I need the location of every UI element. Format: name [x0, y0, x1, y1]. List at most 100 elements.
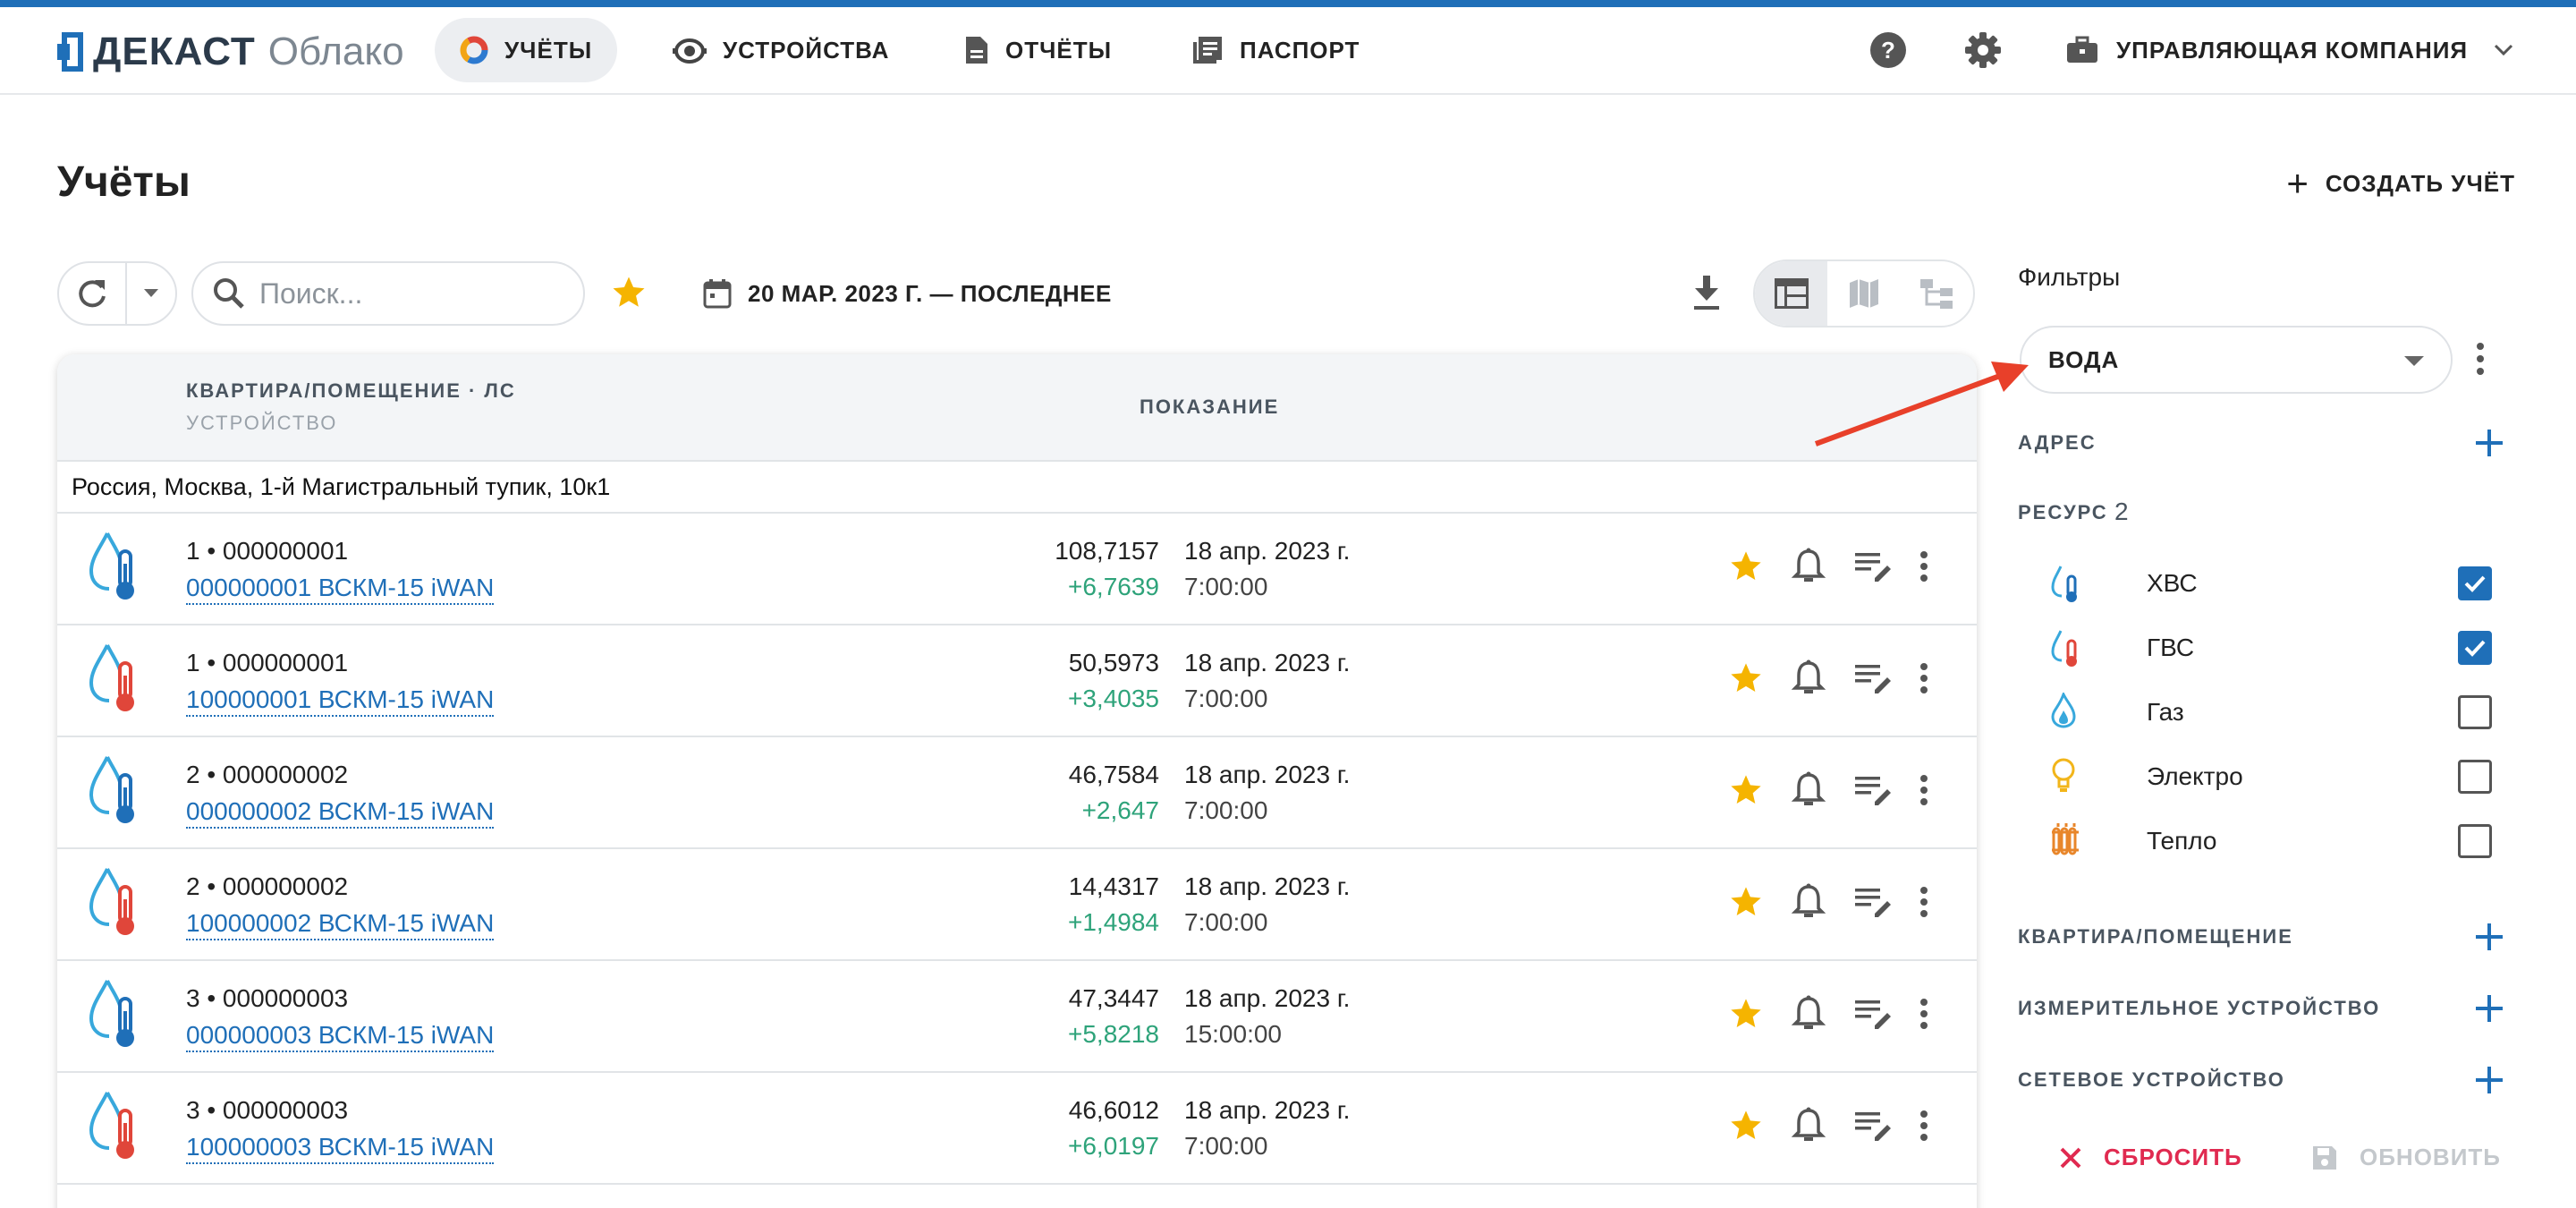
- search-input[interactable]: [259, 276, 546, 311]
- row-reading-delta: +6,7639: [1068, 573, 1159, 600]
- resource-filter-item[interactable]: ГВС: [2050, 626, 2497, 669]
- edit-note-icon[interactable]: [1853, 997, 1893, 1031]
- more-vert-icon[interactable]: [1919, 550, 1928, 583]
- accounts-table: КВАРТИРА/ПОМЕЩЕНИЕ · ЛС УСТРОЙСТВО ПОКАЗ…: [57, 354, 1977, 1208]
- apply-filters-button[interactable]: ОБНОВИТЬ: [2311, 1144, 2501, 1171]
- column-header-device[interactable]: УСТРОЙСТВО: [186, 412, 337, 435]
- more-vert-icon[interactable]: [1919, 662, 1928, 694]
- star-icon: [613, 276, 645, 307]
- cold-water-icon: [89, 756, 134, 823]
- more-vert-icon[interactable]: [1919, 774, 1928, 806]
- search-icon: [214, 278, 244, 309]
- add-apartment-filter-icon[interactable]: [2474, 922, 2504, 952]
- edit-note-icon[interactable]: [1853, 885, 1893, 919]
- more-vert-icon[interactable]: [1919, 886, 1928, 918]
- view-map-button[interactable]: [1827, 261, 1900, 326]
- star-icon[interactable]: [1728, 996, 1764, 1032]
- bell-icon[interactable]: [1791, 771, 1826, 809]
- row-reading-value: 14,4317: [1068, 872, 1159, 900]
- row-device-link[interactable]: 000000003 ВСКМ-15 iWAN: [186, 1020, 495, 1052]
- resource-checkbox[interactable]: [2458, 824, 2492, 858]
- logo-product: Облако: [267, 30, 404, 73]
- filter-preset-select[interactable]: ВОДА: [2020, 326, 2453, 394]
- nav-accounts-label: УЧЁТЫ: [504, 36, 593, 64]
- bell-icon[interactable]: [1791, 659, 1826, 697]
- more-vert-icon[interactable]: [1919, 998, 1928, 1030]
- company-menu[interactable]: УПРАВЛЯЮЩАЯ КОМПАНИЯ: [2066, 18, 2514, 82]
- resource-filter-item[interactable]: Электро: [2050, 755, 2497, 798]
- row-account: 3 • 000000003: [186, 1096, 349, 1124]
- bell-icon[interactable]: [1791, 1107, 1826, 1144]
- create-account-label: СОЗДАТЬ УЧЁТ: [2325, 169, 2515, 197]
- row-device-link[interactable]: 100000001 ВСКМ-15 iWAN: [186, 685, 495, 717]
- bell-icon[interactable]: [1791, 995, 1826, 1033]
- resource-filter-item[interactable]: Газ: [2050, 691, 2497, 734]
- edit-note-icon[interactable]: [1853, 773, 1893, 807]
- reset-filters-button[interactable]: СБРОСИТЬ: [2059, 1144, 2242, 1171]
- cold-water-icon: [89, 532, 134, 600]
- row-device-link[interactable]: 000000001 ВСКМ-15 iWAN: [186, 573, 495, 605]
- date-range-picker[interactable]: 20 МАР. 2023 Г. — ПОСЛЕДНЕЕ: [703, 274, 1112, 313]
- settings-button[interactable]: [1964, 18, 2002, 82]
- column-header-reading[interactable]: ПОКАЗАНИЕ: [1140, 396, 1279, 419]
- nav-passport-label: ПАСПОРТ: [1240, 36, 1360, 64]
- resource-type-icon: [86, 863, 140, 943]
- create-account-button[interactable]: + СОЗДАТЬ УЧЁТ: [2286, 161, 2515, 206]
- star-icon[interactable]: [1728, 772, 1764, 808]
- bell-icon[interactable]: [1791, 548, 1826, 585]
- row-reading-delta: +1,4984: [1068, 908, 1159, 936]
- row-device-link[interactable]: 100000002 ВСКМ-15 iWAN: [186, 908, 495, 940]
- table-row[interactable]: 1 • 000000001 000000001 ВСКМ-15 iWAN 108,7…: [57, 514, 1977, 625]
- row-device-link[interactable]: 100000003 ВСКМ-15 iWAN: [186, 1132, 495, 1164]
- filter-more-button[interactable]: [2476, 342, 2485, 380]
- filter-address-label: АДРЕС: [2018, 431, 2097, 454]
- resource-name: ГВС: [2147, 634, 2195, 661]
- row-reading-delta: +6,0197: [1068, 1132, 1159, 1160]
- bell-icon[interactable]: [1791, 883, 1826, 921]
- star-icon[interactable]: [1728, 549, 1764, 584]
- resource-checkbox[interactable]: [2458, 566, 2492, 600]
- hot-water-icon: [89, 1092, 134, 1159]
- row-device-link[interactable]: 000000002 ВСКМ-15 iWAN: [186, 796, 495, 829]
- nav-passport[interactable]: ПАСПОРТ: [1166, 18, 1385, 82]
- address-group-row[interactable]: Россия, Москва, 1-й Магистральный тупик,…: [57, 462, 1977, 514]
- help-button[interactable]: ?: [1869, 18, 1907, 82]
- view-tree-button[interactable]: [1901, 261, 1973, 326]
- star-icon[interactable]: [1728, 884, 1764, 920]
- top-accent-line: [0, 0, 2576, 7]
- add-meter-filter-icon[interactable]: [2474, 993, 2504, 1024]
- table-row[interactable]: 3 • 000000003 000000003 ВСКМ-15 iWAN 47,34…: [57, 961, 1977, 1073]
- nav-reports[interactable]: ОТЧЁТЫ: [939, 18, 1137, 82]
- edit-note-icon[interactable]: [1853, 549, 1893, 583]
- resource-checkbox[interactable]: [2458, 695, 2492, 729]
- edit-note-icon[interactable]: [1853, 661, 1893, 695]
- resource-type-icon: [86, 975, 140, 1055]
- table-row[interactable]: 1 • 000000001 100000001 ВСКМ-15 iWAN 50,59…: [57, 625, 1977, 737]
- star-icon[interactable]: [1728, 1108, 1764, 1144]
- refresh-dropdown-button[interactable]: [127, 263, 175, 324]
- check-icon: [2464, 575, 2486, 592]
- logo[interactable]: ДЕКАСТ Облако: [57, 27, 404, 77]
- resource-filter-item[interactable]: ХВС: [2050, 562, 2497, 605]
- more-vert-icon[interactable]: [1919, 1110, 1928, 1142]
- radiator-icon: [2050, 821, 2082, 862]
- refresh-button[interactable]: [59, 263, 127, 324]
- add-address-filter-icon[interactable]: [2474, 428, 2504, 458]
- table-row[interactable]: 2 • 000000002 000000002 ВСКМ-15 iWAN 46,75…: [57, 737, 1977, 849]
- favorites-filter-button[interactable]: [610, 274, 648, 316]
- download-button[interactable]: [1690, 274, 1723, 318]
- resource-checkbox[interactable]: [2458, 760, 2492, 794]
- nav-accounts[interactable]: УЧЁТЫ: [435, 18, 618, 82]
- column-header-account[interactable]: КВАРТИРА/ПОМЕЩЕНИЕ · ЛС: [186, 379, 516, 403]
- nav-devices[interactable]: УСТРОЙСТВА: [648, 18, 914, 82]
- row-reading-delta: +2,647: [1081, 796, 1159, 824]
- add-network-filter-icon[interactable]: [2474, 1065, 2504, 1095]
- table-row[interactable]: 2 • 000000002 100000002 ВСКМ-15 iWAN 14,43…: [57, 849, 1977, 961]
- resource-checkbox[interactable]: [2458, 631, 2492, 665]
- view-table-button[interactable]: [1755, 261, 1828, 326]
- star-icon[interactable]: [1728, 660, 1764, 696]
- table-row[interactable]: 3 • 000000003 100000003 ВСКМ-15 iWAN 46,60…: [57, 1073, 1977, 1185]
- resource-filter-item[interactable]: Тепло: [2050, 820, 2497, 863]
- edit-note-icon[interactable]: [1853, 1109, 1893, 1143]
- row-reading-time: 7:00:00: [1184, 796, 1268, 824]
